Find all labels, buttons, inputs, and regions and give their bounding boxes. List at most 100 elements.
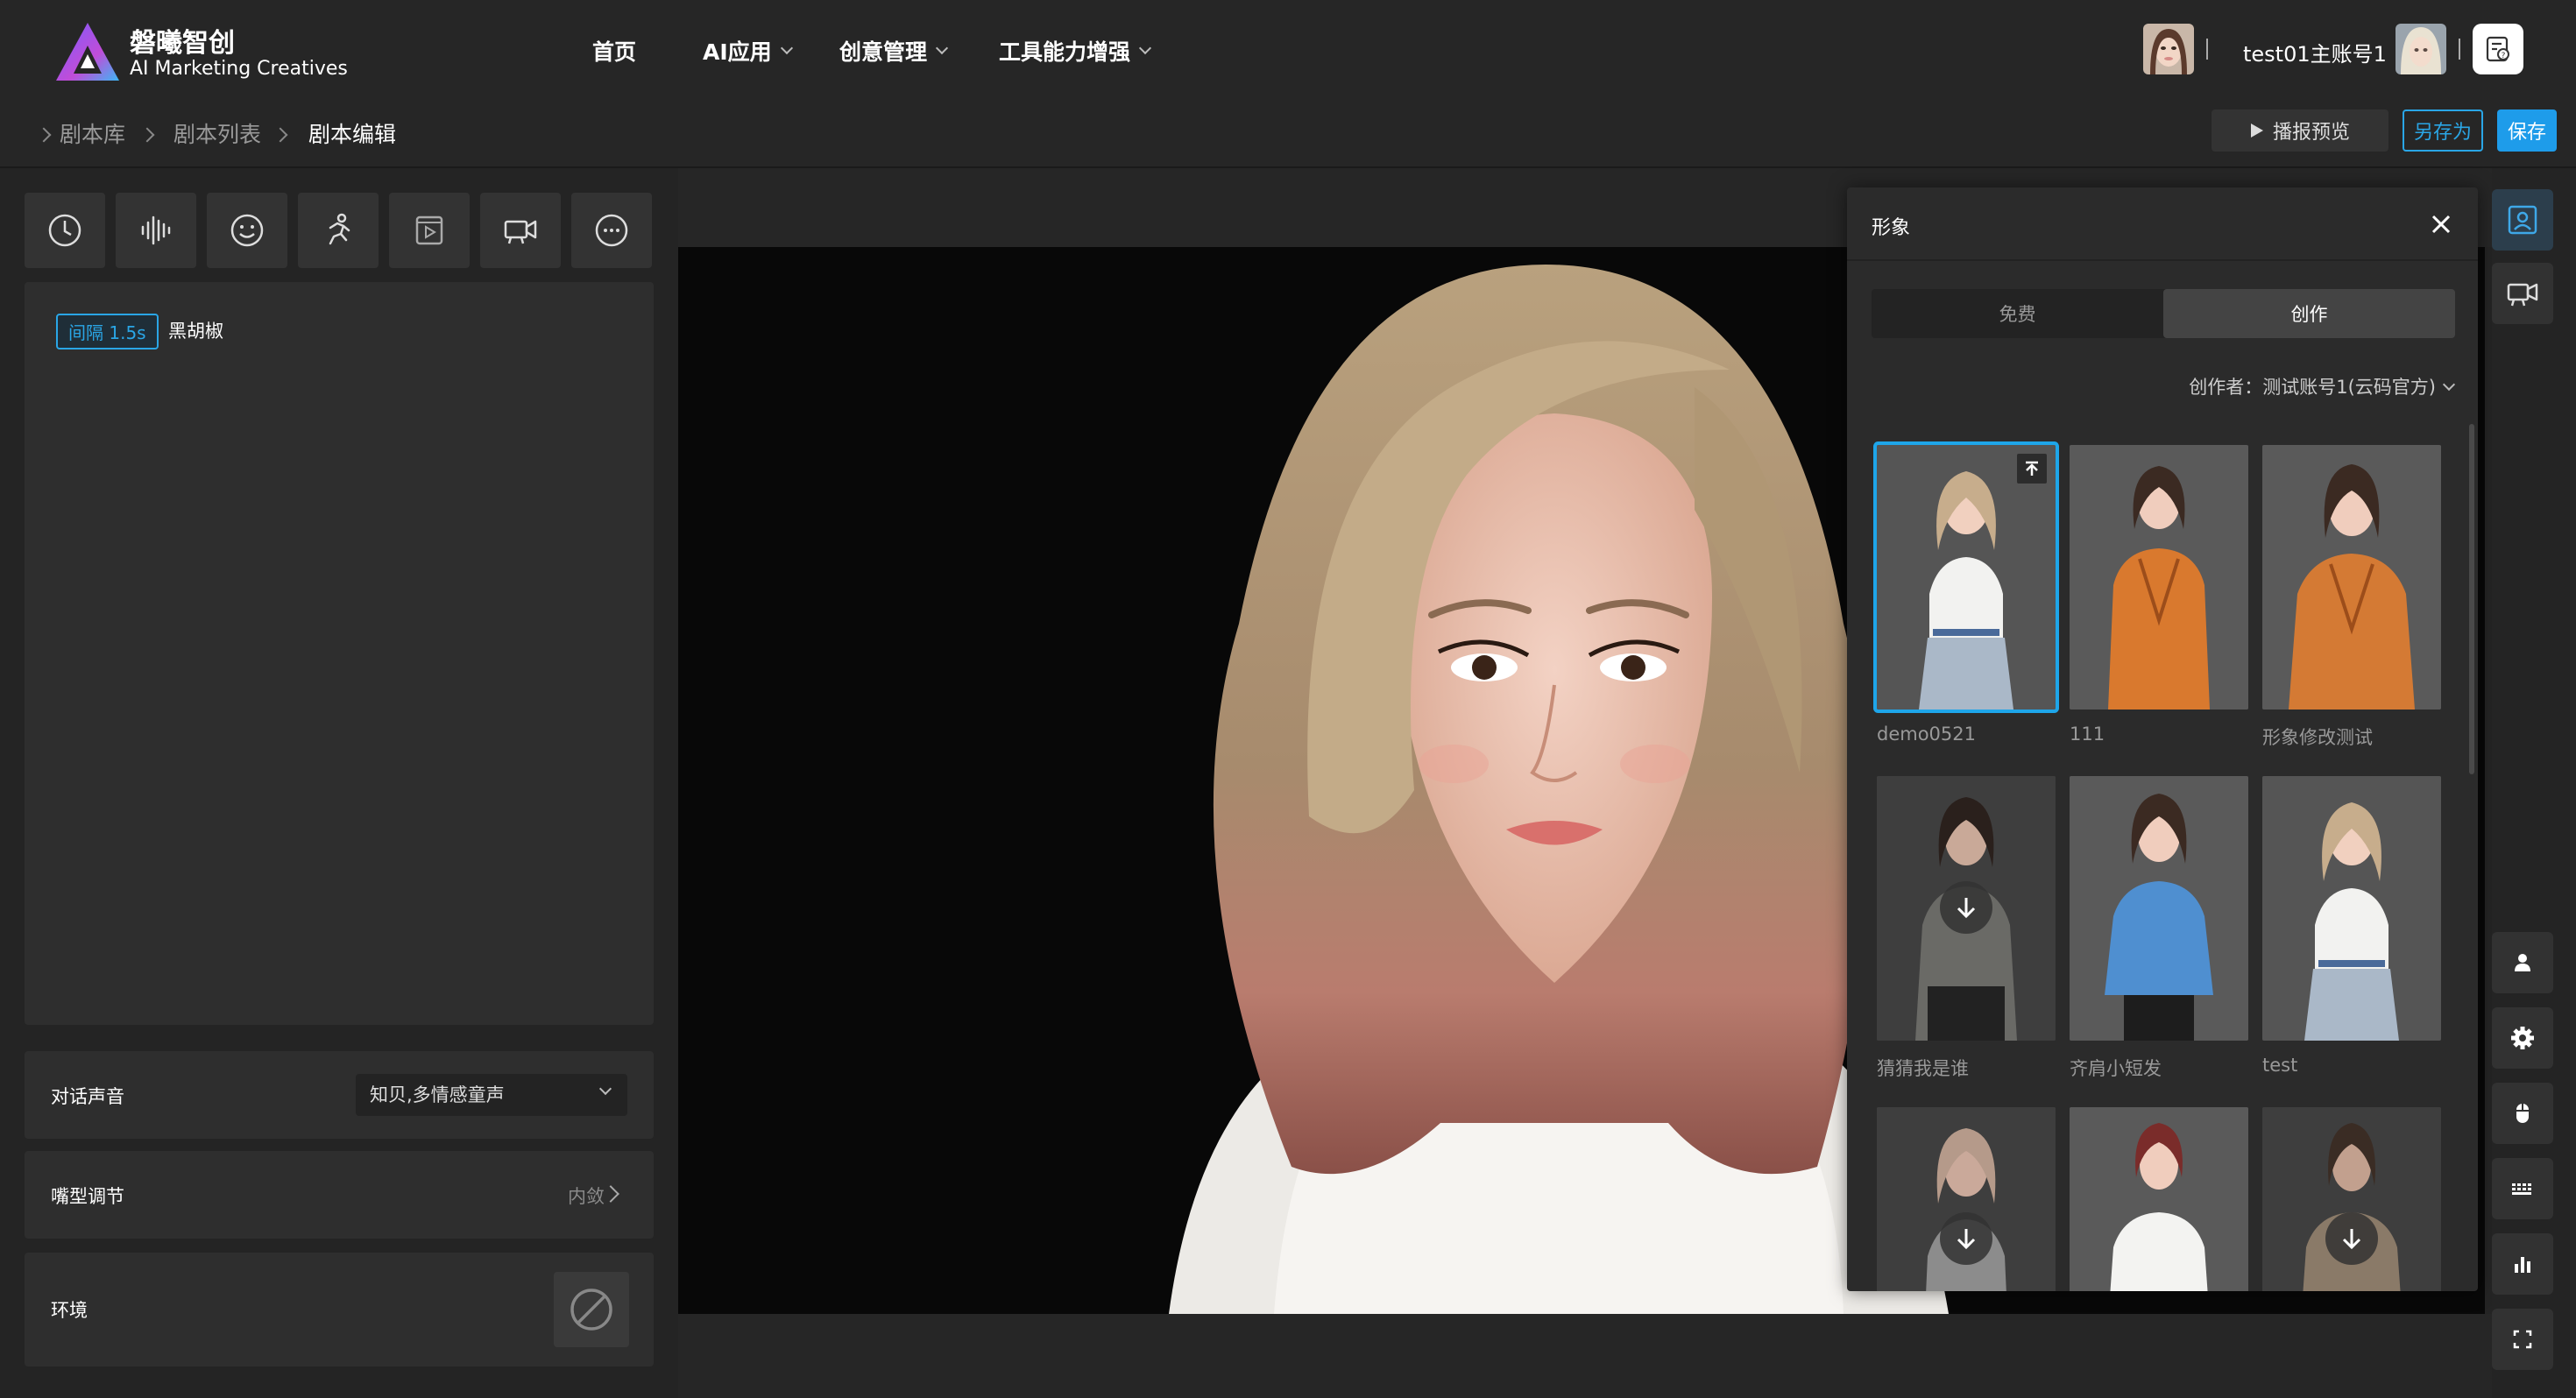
- top-nav: 磐曦智创 AI Marketing Creatives 首页 AI应用 创意管理…: [0, 0, 2576, 105]
- avatar-thumbnail: [2070, 776, 2248, 1041]
- more-button[interactable]: [571, 193, 652, 268]
- arrow-down-icon: [2342, 1229, 2361, 1250]
- avatar-card[interactable]: [2262, 1107, 2441, 1291]
- voice-select-value: 知贝,多情感童声: [370, 1084, 505, 1105]
- creator-filter-label: 创作者：测试账号1(云码官方): [2189, 377, 2436, 398]
- avatar-card-demo0521[interactable]: [1877, 445, 2056, 710]
- script-content-area[interactable]: 间隔 1.5s 黑胡椒: [25, 282, 654, 1025]
- mouse-control-button[interactable]: [2492, 1083, 2553, 1144]
- avatar-card-label: 形象修改测试: [2262, 727, 2373, 748]
- avatar-thumbnail: [2262, 445, 2441, 710]
- voice-setting-row: 对话声音 知贝,多情感童声: [25, 1051, 654, 1139]
- breadcrumb-item-script-library[interactable]: 剧本库: [60, 117, 125, 149]
- tab-free[interactable]: 免费: [1872, 289, 2163, 338]
- avatar-thumbnail: [1877, 445, 2056, 710]
- avatar-card[interactable]: [1877, 1107, 2056, 1291]
- person-button[interactable]: [2492, 932, 2553, 993]
- brand-name-en: AI Marketing Creatives: [130, 58, 348, 80]
- avatar-card[interactable]: [2070, 1107, 2248, 1291]
- document-help-icon: ?: [2486, 36, 2509, 62]
- nav-tools[interactable]: 工具能力增强: [999, 35, 1152, 67]
- gear-icon: [2511, 1027, 2534, 1049]
- nav-home[interactable]: 首页: [592, 35, 636, 67]
- avatar-card-bob-hair[interactable]: [2070, 776, 2248, 1041]
- panel-scrollbar[interactable]: [2469, 424, 2474, 774]
- arrow-down-icon: [1957, 898, 1976, 919]
- close-icon[interactable]: [2424, 207, 2459, 242]
- avatar-card-image-edit-test[interactable]: [2262, 445, 2441, 710]
- help-button[interactable]: ?: [2473, 24, 2523, 74]
- save-button[interactable]: 保存: [2497, 109, 2557, 152]
- insert-video-button[interactable]: [389, 193, 470, 268]
- insert-voice-button[interactable]: [116, 193, 196, 268]
- disabled-icon: [570, 1289, 612, 1331]
- script-text[interactable]: 黑胡椒: [168, 317, 223, 343]
- insert-expression-button[interactable]: [207, 193, 287, 268]
- account-name[interactable]: test01主账号1: [2243, 37, 2387, 67]
- download-button[interactable]: [2325, 1212, 2378, 1265]
- voice-select[interactable]: 知贝,多情感童声: [356, 1074, 627, 1116]
- avatar-thumbnail: [2070, 1107, 2248, 1291]
- avatar-thumbnail: [2262, 776, 2441, 1041]
- chevron-right-icon: [602, 1185, 619, 1203]
- avatar-card-label: test: [2262, 1055, 2298, 1076]
- person-icon: [2515, 954, 2530, 971]
- voice-label: 对话声音: [51, 1086, 124, 1107]
- avatar-select-panel: 形象 免费 创作 创作者：测试账号1(云码官方) demo0521 111 形象…: [1847, 187, 2478, 1291]
- nav-home-label: 首页: [592, 39, 637, 65]
- settings-button[interactable]: [2492, 1007, 2553, 1069]
- broadcast-preview-button[interactable]: 播报预览: [2212, 109, 2388, 152]
- play-icon: [2250, 124, 2263, 138]
- camera-icon: [504, 220, 537, 244]
- account-avatar[interactable]: [2396, 24, 2446, 74]
- download-button[interactable]: [1940, 881, 1992, 934]
- statistics-button[interactable]: [2492, 1233, 2553, 1295]
- chevron-right-icon: [272, 127, 288, 143]
- avatar-thumbnail: [2070, 445, 2248, 710]
- nav-tools-label: 工具能力增强: [999, 39, 1131, 65]
- divider: [2206, 39, 2208, 60]
- divider: [2459, 39, 2460, 60]
- tab-created[interactable]: 创作: [2163, 289, 2455, 338]
- clock-icon: [48, 214, 81, 247]
- smile-icon: [230, 214, 264, 247]
- breadcrumb-bar: 剧本库 剧本列表 剧本编辑: [0, 105, 2576, 168]
- interval-tag[interactable]: 间隔 1.5s: [56, 314, 159, 350]
- nav-creative-mgmt[interactable]: 创意管理: [839, 35, 949, 67]
- save-as-button[interactable]: 另存为: [2403, 109, 2483, 152]
- camera-icon: [2507, 283, 2538, 307]
- svg-text:?: ?: [2502, 52, 2506, 60]
- pin-to-top-button[interactable]: [2017, 454, 2047, 484]
- environment-none-button[interactable]: [554, 1272, 629, 1347]
- arrow-up-to-line-icon: [2026, 461, 2038, 476]
- environment-setting-row: 环境: [25, 1253, 654, 1366]
- avatar-card-111[interactable]: [2070, 445, 2248, 710]
- nav-ai-apps[interactable]: AI应用: [703, 35, 793, 67]
- waveform-icon: [141, 215, 171, 245]
- insert-camera-button[interactable]: [480, 193, 561, 268]
- right-tool-rail: [2492, 168, 2576, 1398]
- keyboard-icon: [2512, 1183, 2531, 1195]
- insert-action-button[interactable]: [298, 193, 379, 268]
- mouse-icon: [2516, 1104, 2529, 1123]
- user-avatar[interactable]: [2143, 24, 2194, 74]
- breadcrumb-item-script-list[interactable]: 剧本列表: [173, 117, 261, 149]
- breadcrumb-item-current: 剧本编辑: [308, 122, 397, 147]
- camera-panel-button[interactable]: [2492, 263, 2553, 324]
- download-button[interactable]: [1940, 1212, 1992, 1265]
- keyboard-control-button[interactable]: [2492, 1158, 2553, 1219]
- portrait-panel-button[interactable]: [2492, 189, 2553, 251]
- avatar-card-label: 齐肩小短发: [2070, 1058, 2162, 1079]
- stage-footer: [678, 1314, 2492, 1398]
- mouth-value: 内敛: [568, 1186, 605, 1207]
- brand-logo-icon[interactable]: [54, 21, 121, 82]
- environment-label: 环境: [51, 1300, 88, 1321]
- chevron-down-icon: [2442, 378, 2456, 392]
- avatar-card-guess-who[interactable]: [1877, 776, 2056, 1041]
- script-editor-panel: 间隔 1.5s 黑胡椒 对话声音 知贝,多情感童声 嘴型调节 内敛 环境: [0, 168, 678, 1398]
- mouth-setting-row[interactable]: 嘴型调节 内敛: [25, 1151, 654, 1239]
- creator-filter[interactable]: 创作者：测试账号1(云码官方): [2189, 373, 2456, 399]
- fullscreen-button[interactable]: [2492, 1309, 2553, 1370]
- insert-interval-button[interactable]: [25, 193, 105, 268]
- avatar-card-test[interactable]: [2262, 776, 2441, 1041]
